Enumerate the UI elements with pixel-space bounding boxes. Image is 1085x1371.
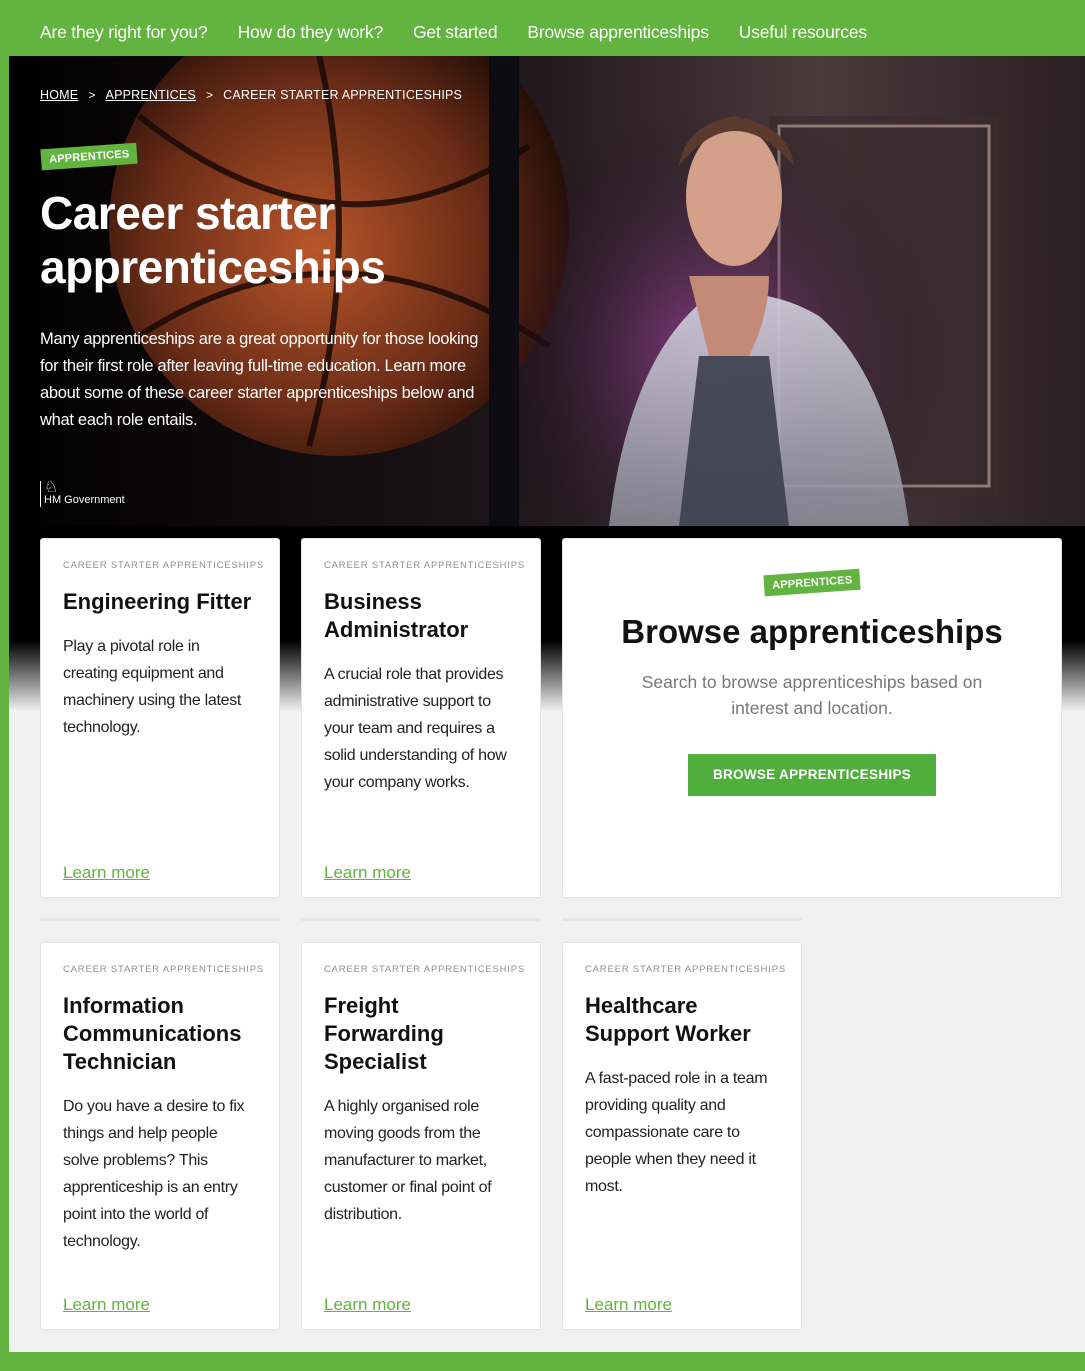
- card-kicker: CAREER STARTER APPRENTICESHIPS: [324, 560, 526, 571]
- card-kicker: CAREER STARTER APPRENTICESHIPS: [63, 964, 265, 975]
- nav-how-do-they-work[interactable]: How do they work?: [238, 22, 384, 43]
- browse-category-badge: APPRENTICES: [763, 568, 861, 597]
- breadcrumb-separator: >: [205, 88, 214, 102]
- hm-government-label: HM Government: [44, 494, 125, 506]
- card-title: Business Administrator: [324, 589, 469, 642]
- card-information-communications-technician[interactable]: CAREER STARTER APPRENTICESHIPS Informati…: [40, 942, 280, 1330]
- learn-more-link[interactable]: Learn more: [324, 863, 411, 883]
- card-description: A highly organised role moving goods fro…: [324, 1098, 492, 1223]
- page-frame: Are they right for you? How do they work…: [9, 8, 1085, 1352]
- browse-apprenticeships-panel: APPRENTICES Browse apprenticeships Searc…: [562, 538, 1062, 898]
- card-title: Information Communications Technician: [63, 993, 242, 1074]
- breadcrumb-current: CAREER STARTER APPRENTICESHIPS: [223, 88, 463, 102]
- page-title: Career starter apprenticeships: [40, 186, 386, 294]
- card-title: Healthcare Support Worker: [585, 993, 751, 1046]
- card-healthcare-support-worker[interactable]: CAREER STARTER APPRENTICESHIPS Healthcar…: [562, 942, 802, 1330]
- nav-useful-resources[interactable]: Useful resources: [739, 22, 867, 43]
- browse-apprenticeships-button[interactable]: BROWSE APPRENTICESHIPS: [688, 754, 936, 796]
- nav-browse-apprenticeships[interactable]: Browse apprenticeships: [527, 22, 709, 43]
- hero-description: Many apprenticeships are a great opportu…: [40, 330, 479, 429]
- page-title-line-2: apprenticeships: [40, 241, 386, 293]
- card-description: A crucial role that provides administrat…: [324, 666, 507, 791]
- browse-description: Search to browse apprenticeships based o…: [641, 672, 983, 718]
- top-navigation: Are they right for you? How do they work…: [9, 8, 1085, 56]
- card-divider: [40, 918, 280, 921]
- card-description: A fast-paced role in a team providing qu…: [585, 1070, 768, 1195]
- browse-title: Browse apprenticeships: [621, 613, 1003, 650]
- card-kicker: CAREER STARTER APPRENTICESHIPS: [63, 560, 265, 571]
- card-title: Freight Forwarding Specialist: [324, 993, 444, 1074]
- card-kicker: CAREER STARTER APPRENTICESHIPS: [585, 964, 787, 975]
- card-divider: [301, 918, 541, 921]
- learn-more-link[interactable]: Learn more: [324, 1295, 411, 1315]
- hm-government-logo: ♘ HM Government: [40, 479, 125, 507]
- breadcrumb-home[interactable]: HOME: [40, 88, 78, 102]
- card-kicker: CAREER STARTER APPRENTICESHIPS: [324, 964, 526, 975]
- card-business-administrator[interactable]: CAREER STARTER APPRENTICESHIPS Business …: [301, 538, 541, 898]
- nav-get-started[interactable]: Get started: [413, 22, 498, 43]
- breadcrumb-separator: >: [88, 88, 96, 102]
- learn-more-link[interactable]: Learn more: [63, 863, 150, 883]
- breadcrumb: HOME > APPRENTICES > CAREER STARTER APPR…: [40, 88, 462, 102]
- card-description: Do you have a desire to fix things and h…: [63, 1098, 245, 1250]
- card-engineering-fitter[interactable]: CAREER STARTER APPRENTICESHIPS Engineeri…: [40, 538, 280, 898]
- page-title-line-1: Career starter: [40, 187, 335, 239]
- learn-more-link[interactable]: Learn more: [585, 1295, 672, 1315]
- learn-more-link[interactable]: Learn more: [63, 1295, 150, 1315]
- royal-crest-icon: ♘: [44, 479, 59, 496]
- card-title: Engineering Fitter: [63, 589, 252, 614]
- card-description: Play a pivotal role in creating equipmen…: [63, 638, 242, 736]
- card-divider: [562, 918, 802, 921]
- card-freight-forwarding-specialist[interactable]: CAREER STARTER APPRENTICESHIPS Freight F…: [301, 942, 541, 1330]
- breadcrumb-apprentices[interactable]: APPRENTICES: [106, 88, 196, 102]
- nav-are-they-right[interactable]: Are they right for you?: [40, 22, 208, 43]
